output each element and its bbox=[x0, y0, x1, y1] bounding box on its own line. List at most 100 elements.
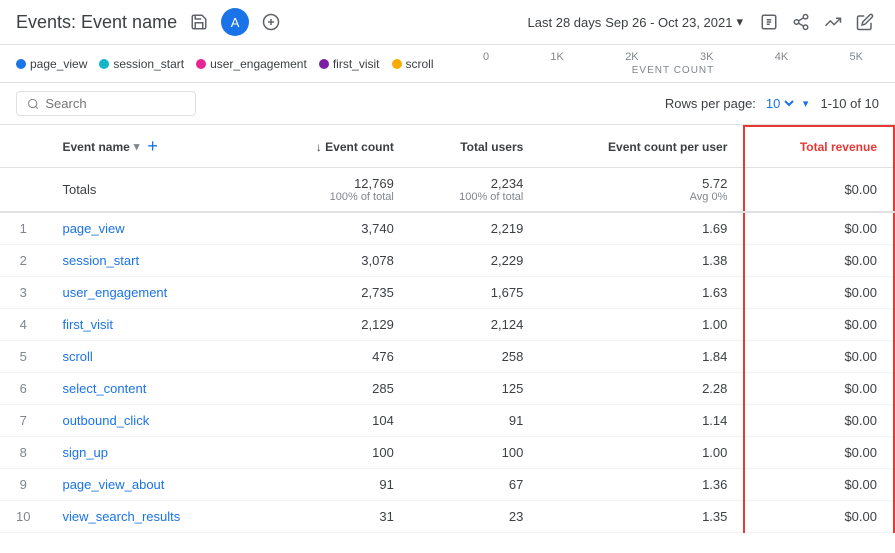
table-row: 3 user_engagement 2,735 1,675 1.63 $0.00 bbox=[0, 277, 894, 309]
table-row: 10 view_search_results 31 23 1.35 $0.00 bbox=[0, 501, 894, 533]
row-index: 8 bbox=[0, 437, 46, 469]
row-event-count: 104 bbox=[262, 405, 410, 437]
legend-item-scroll: scroll bbox=[392, 57, 434, 71]
col-event-count-label: ↓ Event count bbox=[316, 140, 394, 154]
trend-button[interactable] bbox=[819, 8, 847, 36]
rows-per-page-label: Rows per page: bbox=[665, 96, 756, 111]
legend-label-first-visit: first_visit bbox=[333, 57, 380, 71]
row-index: 5 bbox=[0, 341, 46, 373]
event-name-link[interactable]: first_visit bbox=[62, 317, 113, 332]
date-range-selector[interactable]: Last 28 days Sep 26 - Oct 23, 2021 ▾ bbox=[520, 10, 751, 34]
table-row: 7 outbound_click 104 91 1.14 $0.00 bbox=[0, 405, 894, 437]
row-event-count: 100 bbox=[262, 437, 410, 469]
share-button[interactable] bbox=[787, 8, 815, 36]
add-dimension-button[interactable]: + bbox=[143, 136, 162, 157]
row-revenue: $0.00 bbox=[744, 341, 894, 373]
rows-per-page-control: Rows per page: 10 25 50 ▾ bbox=[665, 95, 809, 112]
row-index: 9 bbox=[0, 469, 46, 501]
row-total-users: 67 bbox=[410, 469, 539, 501]
x-label-0: 0 bbox=[483, 51, 489, 63]
row-event-name[interactable]: page_view_about bbox=[46, 469, 261, 501]
legend-dot-scroll bbox=[392, 59, 402, 69]
row-event-name[interactable]: outbound_click bbox=[46, 405, 261, 437]
col-index bbox=[0, 126, 46, 168]
rows-per-page-dropdown-icon: ▾ bbox=[803, 97, 809, 110]
search-box[interactable] bbox=[16, 91, 196, 116]
legend-label-scroll: scroll bbox=[406, 57, 434, 71]
rows-per-page-select[interactable]: 10 25 50 bbox=[762, 95, 797, 112]
row-epu: 1.69 bbox=[539, 212, 744, 245]
row-event-name[interactable]: view_search_results bbox=[46, 501, 261, 533]
totals-event-count: 12,769 100% of total bbox=[262, 168, 410, 213]
row-index: 1 bbox=[0, 212, 46, 245]
row-revenue: $0.00 bbox=[744, 501, 894, 533]
event-name-link[interactable]: page_view_about bbox=[62, 477, 164, 492]
row-index: 2 bbox=[0, 245, 46, 277]
legend-item-session-start: session_start bbox=[99, 57, 184, 71]
pagination-info: 1-10 of 10 bbox=[820, 96, 879, 111]
legend-dot-user-engagement bbox=[196, 59, 206, 69]
row-event-name[interactable]: first_visit bbox=[46, 309, 261, 341]
event-name-link[interactable]: page_view bbox=[62, 221, 124, 236]
col-total-users-header[interactable]: Total users bbox=[410, 126, 539, 168]
totals-epu: 5.72 Avg 0% bbox=[539, 168, 744, 213]
row-revenue: $0.00 bbox=[744, 437, 894, 469]
row-event-name[interactable]: sign_up bbox=[46, 437, 261, 469]
row-event-name[interactable]: scroll bbox=[46, 341, 261, 373]
col-event-count-per-user-header[interactable]: Event count per user bbox=[539, 126, 744, 168]
col-event-count-header[interactable]: ↓ Event count bbox=[262, 126, 410, 168]
x-label-4k: 4K bbox=[775, 51, 788, 63]
add-button[interactable] bbox=[257, 8, 285, 36]
legend-dot-session-start bbox=[99, 59, 109, 69]
event-name-link[interactable]: sign_up bbox=[62, 445, 108, 460]
table-row: 2 session_start 3,078 2,229 1.38 $0.00 bbox=[0, 245, 894, 277]
event-name-link[interactable]: view_search_results bbox=[62, 509, 180, 524]
totals-revenue: $0.00 bbox=[744, 168, 894, 213]
row-event-count: 3,078 bbox=[262, 245, 410, 277]
event-name-link[interactable]: outbound_click bbox=[62, 413, 149, 428]
x-axis-container: 0 1K 2K 3K 4K 5K EVENT COUNT bbox=[446, 51, 863, 76]
col-event-name-header[interactable]: Event name ▾ + bbox=[46, 126, 261, 168]
event-name-link[interactable]: session_start bbox=[62, 253, 139, 268]
row-total-users: 2,229 bbox=[410, 245, 539, 277]
table-row: 5 scroll 476 258 1.84 $0.00 bbox=[0, 341, 894, 373]
row-epu: 2.28 bbox=[539, 373, 744, 405]
x-label-2k: 2K bbox=[625, 51, 638, 63]
row-total-users: 258 bbox=[410, 341, 539, 373]
col-epu-label: Event count per user bbox=[608, 140, 727, 154]
row-total-users: 2,219 bbox=[410, 212, 539, 245]
report-save-icon-button[interactable] bbox=[755, 8, 783, 36]
row-event-name[interactable]: select_content bbox=[46, 373, 261, 405]
event-name-link[interactable]: select_content bbox=[62, 381, 146, 396]
row-total-users: 2,124 bbox=[410, 309, 539, 341]
row-index: 4 bbox=[0, 309, 46, 341]
header-left: Events: Event name A bbox=[16, 8, 285, 36]
search-input[interactable] bbox=[45, 96, 185, 111]
event-name-link[interactable]: scroll bbox=[62, 349, 92, 364]
row-total-users: 100 bbox=[410, 437, 539, 469]
row-epu: 1.14 bbox=[539, 405, 744, 437]
row-revenue: $0.00 bbox=[744, 405, 894, 437]
row-event-count: 2,129 bbox=[262, 309, 410, 341]
legend-label-session-start: session_start bbox=[113, 57, 184, 71]
table-row: 4 first_visit 2,129 2,124 1.00 $0.00 bbox=[0, 309, 894, 341]
row-event-name[interactable]: session_start bbox=[46, 245, 261, 277]
legend-item-page-view: page_view bbox=[16, 57, 87, 71]
table-row: 1 page_view 3,740 2,219 1.69 $0.00 bbox=[0, 212, 894, 245]
col-total-users-label: Total users bbox=[460, 140, 523, 154]
row-event-count: 3,740 bbox=[262, 212, 410, 245]
row-index: 7 bbox=[0, 405, 46, 437]
edit-button[interactable] bbox=[851, 8, 879, 36]
table-row: 6 select_content 285 125 2.28 $0.00 bbox=[0, 373, 894, 405]
row-event-name[interactable]: page_view bbox=[46, 212, 261, 245]
row-event-name[interactable]: user_engagement bbox=[46, 277, 261, 309]
save-report-button[interactable] bbox=[185, 8, 213, 36]
x-label-1k: 1K bbox=[550, 51, 563, 63]
col-total-revenue-header[interactable]: Total revenue bbox=[744, 126, 894, 168]
table-pagination-controls: Rows per page: 10 25 50 ▾ 1-10 of 10 bbox=[665, 95, 879, 112]
legend-item-first-visit: first_visit bbox=[319, 57, 380, 71]
row-event-count: 2,735 bbox=[262, 277, 410, 309]
totals-row: Totals 12,769 100% of total 2,234 100% o… bbox=[0, 168, 894, 213]
event-name-link[interactable]: user_engagement bbox=[62, 285, 167, 300]
x-label-5k: 5K bbox=[849, 51, 862, 63]
